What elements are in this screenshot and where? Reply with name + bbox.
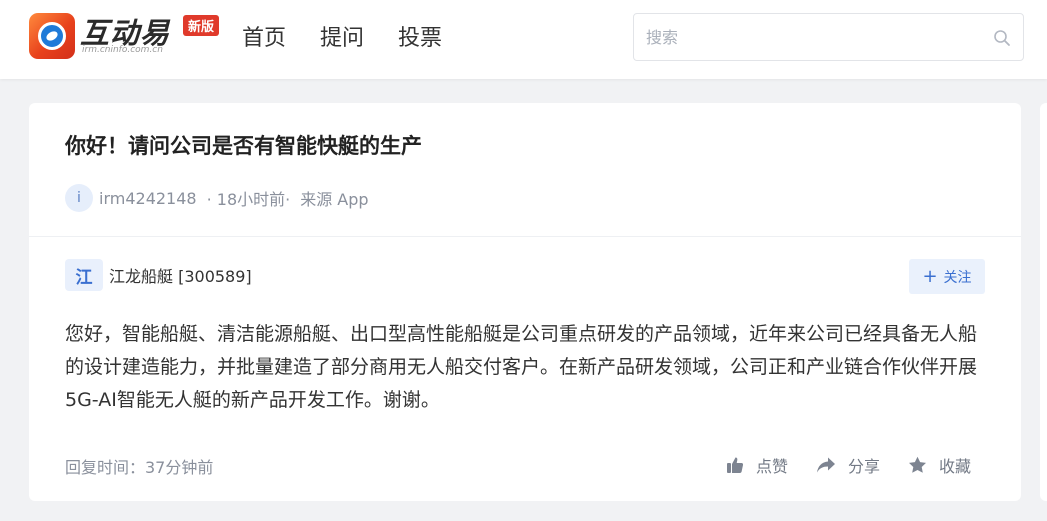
nav-ask[interactable]: 提问 — [320, 24, 364, 54]
nav-home[interactable]: 首页 — [242, 24, 286, 54]
favorite-button[interactable]: 收藏 — [908, 453, 971, 477]
question-source: 来源 App — [300, 190, 369, 209]
side-panel — [1040, 103, 1047, 501]
thumbs-up-icon — [727, 457, 744, 473]
follow-button[interactable]: + 关注 — [909, 259, 985, 294]
search-box — [633, 13, 1024, 61]
question-meta: i irm4242148 · 18小时前· 来源 App — [65, 184, 369, 212]
plus-icon: + — [922, 265, 938, 287]
question-time: · 18小时前· — [206, 190, 291, 209]
follow-label: 关注 — [943, 269, 972, 286]
search-input[interactable] — [646, 14, 976, 60]
star-icon — [909, 456, 927, 473]
like-label: 点赞 — [756, 457, 789, 476]
main-nav: 首页 提问 投票 — [242, 24, 476, 54]
divider — [29, 236, 1021, 237]
share-button[interactable]: 分享 — [816, 453, 880, 477]
like-button[interactable]: 点赞 — [726, 453, 788, 477]
brand-logo-icon[interactable] — [29, 13, 75, 59]
new-version-badge: 新版 — [183, 15, 220, 36]
avatar[interactable]: i — [65, 184, 93, 212]
qa-card: 你好！请问公司是否有智能快艇的生产 i irm4242148 · 18小时前· … — [29, 103, 1021, 501]
company-info[interactable]: 江 江龙船艇 [300589] — [65, 259, 252, 291]
search-icon[interactable] — [992, 28, 1012, 48]
brand-url: irm.cninfo.com.cn — [82, 45, 163, 55]
share-icon — [817, 457, 836, 473]
question-title[interactable]: 你好！请问公司是否有智能快艇的生产 — [65, 130, 422, 160]
answer-actions: 点赞 分享 收藏 — [726, 453, 971, 477]
asker-username[interactable]: irm4242148 — [99, 189, 197, 208]
company-name[interactable]: 江龙船艇 [300589] — [109, 263, 252, 287]
answer-text: 您好，智能船艇、清洁能源船艇、出口型高性能船艇是公司重点研发的产品领域，近年来公… — [65, 323, 978, 411]
reply-time: 回复时间：37分钟前 — [65, 458, 214, 477]
top-header: 互动易 irm.cninfo.com.cn 新版 首页 提问 投票 — [0, 0, 1047, 79]
company-logo-icon: 江 — [65, 259, 103, 291]
favorite-label: 收藏 — [939, 457, 972, 476]
nav-vote[interactable]: 投票 — [398, 24, 442, 54]
share-label: 分享 — [848, 457, 881, 476]
